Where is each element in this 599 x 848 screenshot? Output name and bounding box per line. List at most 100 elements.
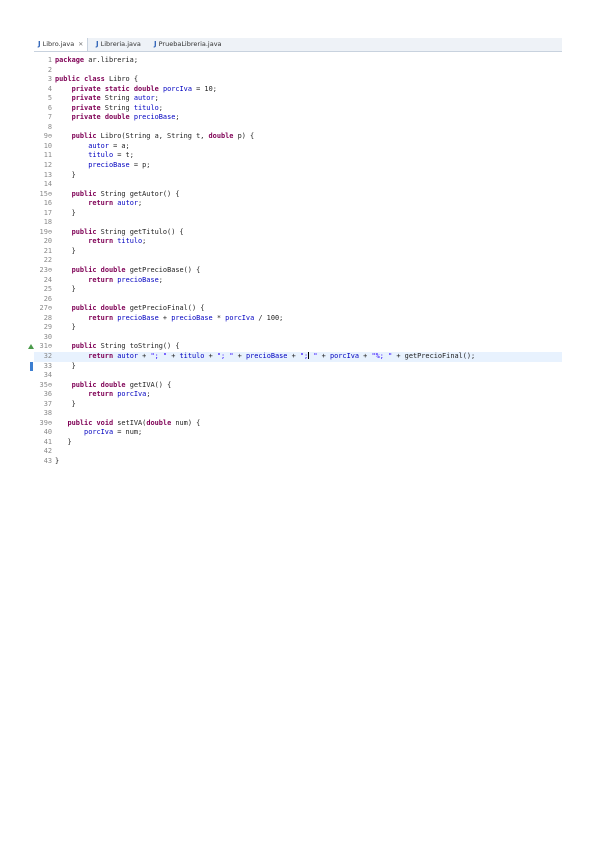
line-number: 25 [43,285,52,294]
code-line: 2 [34,66,562,76]
line-number: 21 [43,246,52,255]
line-number: 33 [43,361,52,370]
line-number: 35⊖ [39,380,52,389]
code-line: 24 return precioBase; [34,276,562,286]
line-number: 3 [47,75,52,84]
java-file-icon: J [154,40,157,48]
code-line-current: 32 return autor + "; " + titulo + "; " +… [34,351,562,362]
line-number: 22 [43,256,52,265]
code-line: 20 return titulo; [34,237,562,247]
java-file-icon: J [96,40,99,48]
code-line: 8 [34,123,562,133]
line-number: 42 [43,447,52,456]
line-number: 32 [43,351,52,360]
tab-label: Libreria.java [100,40,141,48]
code-line: 15⊖ public String getAutor() { [34,190,562,200]
code-area[interactable]: 1 package ar.libreria; 2 3 public class Li… [28,56,562,467]
line-number: 15⊖ [39,189,52,198]
line-number: 27⊖ [39,304,52,313]
line-number: 28 [43,313,52,322]
editor-tab-bar: J Libro.java ✕ J Libreria.java J PruebaL… [34,38,562,52]
line-number: 8 [47,122,52,131]
code-line: 19⊖ public String getTitulo() { [34,228,562,238]
code-line: 42 [34,447,562,457]
code-line: 25 } [34,285,562,295]
line-number: 5 [47,94,52,103]
line-number: 36 [43,390,52,399]
tab-label: PruebaLibreria.java [158,40,222,48]
line-number: 4 [47,84,52,93]
line-number: 10 [43,141,52,150]
code-line: 30 [34,333,562,343]
line-number: 31⊖ [39,342,52,351]
code-line: 35⊖ public double getIVA() { [34,381,562,391]
line-number: 26 [43,294,52,303]
code-line: 14 [34,180,562,190]
code-line: 29 } [34,323,562,333]
line-number: 30 [43,332,52,341]
line-number: 14 [43,180,52,189]
line-number: 11 [43,151,52,160]
code-line: 9⊖ public Libro(String a, String t, doub… [34,132,562,142]
line-number: 19⊖ [39,227,52,236]
line-number: 23⊖ [39,266,52,275]
code-line: 36 return porcIva; [34,390,562,400]
line-number: 2 [47,65,52,74]
code-line: 27⊖ public double getPrecioFinal() { [34,304,562,314]
line-number: 16 [43,199,52,208]
code-line: 39⊖ public void setIVA(double num) { [34,419,562,429]
java-editor: J Libro.java ✕ J Libreria.java J PruebaL… [28,38,562,480]
code-line: 16 return autor; [34,199,562,209]
tab-label: Libro.java [42,40,75,48]
tab-pruebalibreria-java[interactable]: J PruebaLibreria.java [150,38,226,51]
line-number: 18 [43,218,52,227]
code-line: 28 return precioBase + precioBase * porc… [34,314,562,324]
code-line: 40 porcIva = num; [34,428,562,438]
code-line: 22 [34,256,562,266]
code-line: 6 private String titulo; [34,104,562,114]
code-line: 26 [34,295,562,305]
code-line: 23⊖ public double getPrecioBase() { [34,266,562,276]
code-line: 31⊖ public String toString() { [28,342,562,352]
line-number: 34 [43,371,52,380]
code-line: 7 private double precioBase; [34,113,562,123]
code-line: 10 autor = a; [34,142,562,152]
tab-libreria-java[interactable]: J Libreria.java [92,38,145,51]
code-line: 37 } [34,400,562,410]
change-marker-icon [30,361,33,371]
code-line: 21 } [34,247,562,257]
code-line: 18 [34,218,562,228]
line-number: 7 [47,113,52,122]
line-number: 43 [43,456,52,465]
line-number: 17 [43,208,52,217]
line-number: 24 [43,275,52,284]
line-number: 38 [43,409,52,418]
line-number: 29 [43,323,52,332]
code-line: 3 public class Libro { [34,75,562,85]
close-icon[interactable]: ✕ [78,38,83,51]
line-number: 37 [43,399,52,408]
line-number: 20 [43,237,52,246]
code-line: 13 } [34,171,562,181]
line-number: 41 [43,437,52,446]
tab-libro-java[interactable]: J Libro.java ✕ [34,38,89,51]
code-line: 12 precioBase = p; [34,161,562,171]
code-line: 4 private static double porcIva = 10; [34,85,562,95]
line-number: 12 [43,161,52,170]
line-number: 13 [43,170,52,179]
line-number: 1 [47,56,52,64]
code-line: 5 private String autor; [34,94,562,104]
code-line: 43} [34,457,562,467]
line-number: 40 [43,428,52,437]
code-line: 17 } [34,209,562,219]
line-number: 9⊖ [43,132,52,141]
line-number: 6 [47,103,52,112]
line-number: 39⊖ [39,418,52,427]
code-line: 11 titulo = t; [34,151,562,161]
code-line: 1 package ar.libreria; [34,56,562,66]
code-line: 38 [34,409,562,419]
java-file-icon: J [38,40,41,48]
code-line: 34 [34,371,562,381]
code-line: 33 } [30,361,562,372]
code-line: 41 } [34,438,562,448]
